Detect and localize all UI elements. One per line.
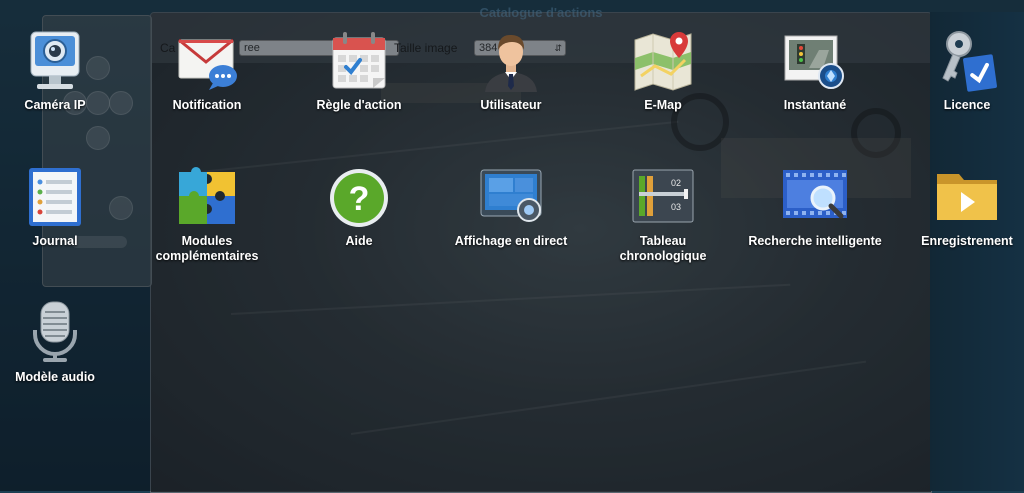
app-label-line2: chronologique xyxy=(619,249,707,263)
user-person-icon xyxy=(479,28,543,92)
app-label: Enregistrement xyxy=(921,234,1013,248)
app-label: Modules complémentaires xyxy=(132,234,282,264)
app-label: Caméra IP xyxy=(24,98,86,112)
app-label: Instantané xyxy=(783,98,847,112)
app-user[interactable]: Utilisateur xyxy=(436,28,586,113)
timeline-icon: 02 03 xyxy=(631,164,695,228)
microphone-icon xyxy=(23,300,87,364)
app-camera[interactable]: Caméra IP xyxy=(0,28,130,113)
calendar-check-icon xyxy=(327,28,391,92)
app-snapshot[interactable]: Instantané xyxy=(740,28,890,113)
app-label: Tableau chronologique xyxy=(588,234,738,264)
app-notification[interactable]: Notification xyxy=(132,28,282,113)
live-view-monitor-icon xyxy=(479,164,543,228)
question-mark-icon: ? xyxy=(327,164,391,228)
app-label: Licence xyxy=(943,98,991,112)
app-log[interactable]: Journal xyxy=(0,164,130,249)
app-label: Recherche intelligente xyxy=(748,234,882,248)
filmstrip-magnifier-icon xyxy=(783,164,847,228)
app-label: Utilisateur xyxy=(480,98,542,112)
app-label: Règle d'action xyxy=(316,98,402,112)
app-audio[interactable]: Modèle audio xyxy=(0,300,130,385)
app-label: Aide xyxy=(345,234,373,248)
app-timeline[interactable]: 02 03 Tableau chronologique xyxy=(588,164,738,264)
envelope-chat-icon xyxy=(175,28,239,92)
app-addons[interactable]: Modules complémentaires xyxy=(132,164,282,264)
svg-text:03: 03 xyxy=(671,202,681,212)
app-label-line1: Tableau xyxy=(639,234,687,248)
app-label: Modèle audio xyxy=(15,370,95,384)
app-label-line1: Modules xyxy=(181,234,233,248)
snapshot-photos-icon xyxy=(783,28,847,92)
folder-play-icon xyxy=(935,164,999,228)
clipboard-list-icon xyxy=(23,164,87,228)
app-help[interactable]: ? Aide xyxy=(284,164,434,249)
map-pin-icon xyxy=(631,28,695,92)
app-label: Notification xyxy=(172,98,242,112)
app-action-rule[interactable]: Règle d'action xyxy=(284,28,434,113)
app-live-view[interactable]: Affichage en direct xyxy=(436,164,586,249)
key-license-icon xyxy=(935,28,999,92)
app-label: Affichage en direct xyxy=(454,234,568,248)
app-emap[interactable]: E-Map xyxy=(588,28,738,113)
ip-camera-icon xyxy=(23,28,87,92)
svg-text:02: 02 xyxy=(671,178,681,188)
app-label-line2: complémentaires xyxy=(155,249,259,263)
app-recording[interactable]: Enregistrement xyxy=(892,164,1024,249)
puzzle-icon xyxy=(175,164,239,228)
app-smart-search[interactable]: Recherche intelligente xyxy=(740,164,890,249)
svg-text:?: ? xyxy=(349,180,370,218)
app-license[interactable]: Licence xyxy=(892,28,1024,113)
app-label: Journal xyxy=(32,234,78,248)
app-label: E-Map xyxy=(644,98,682,112)
